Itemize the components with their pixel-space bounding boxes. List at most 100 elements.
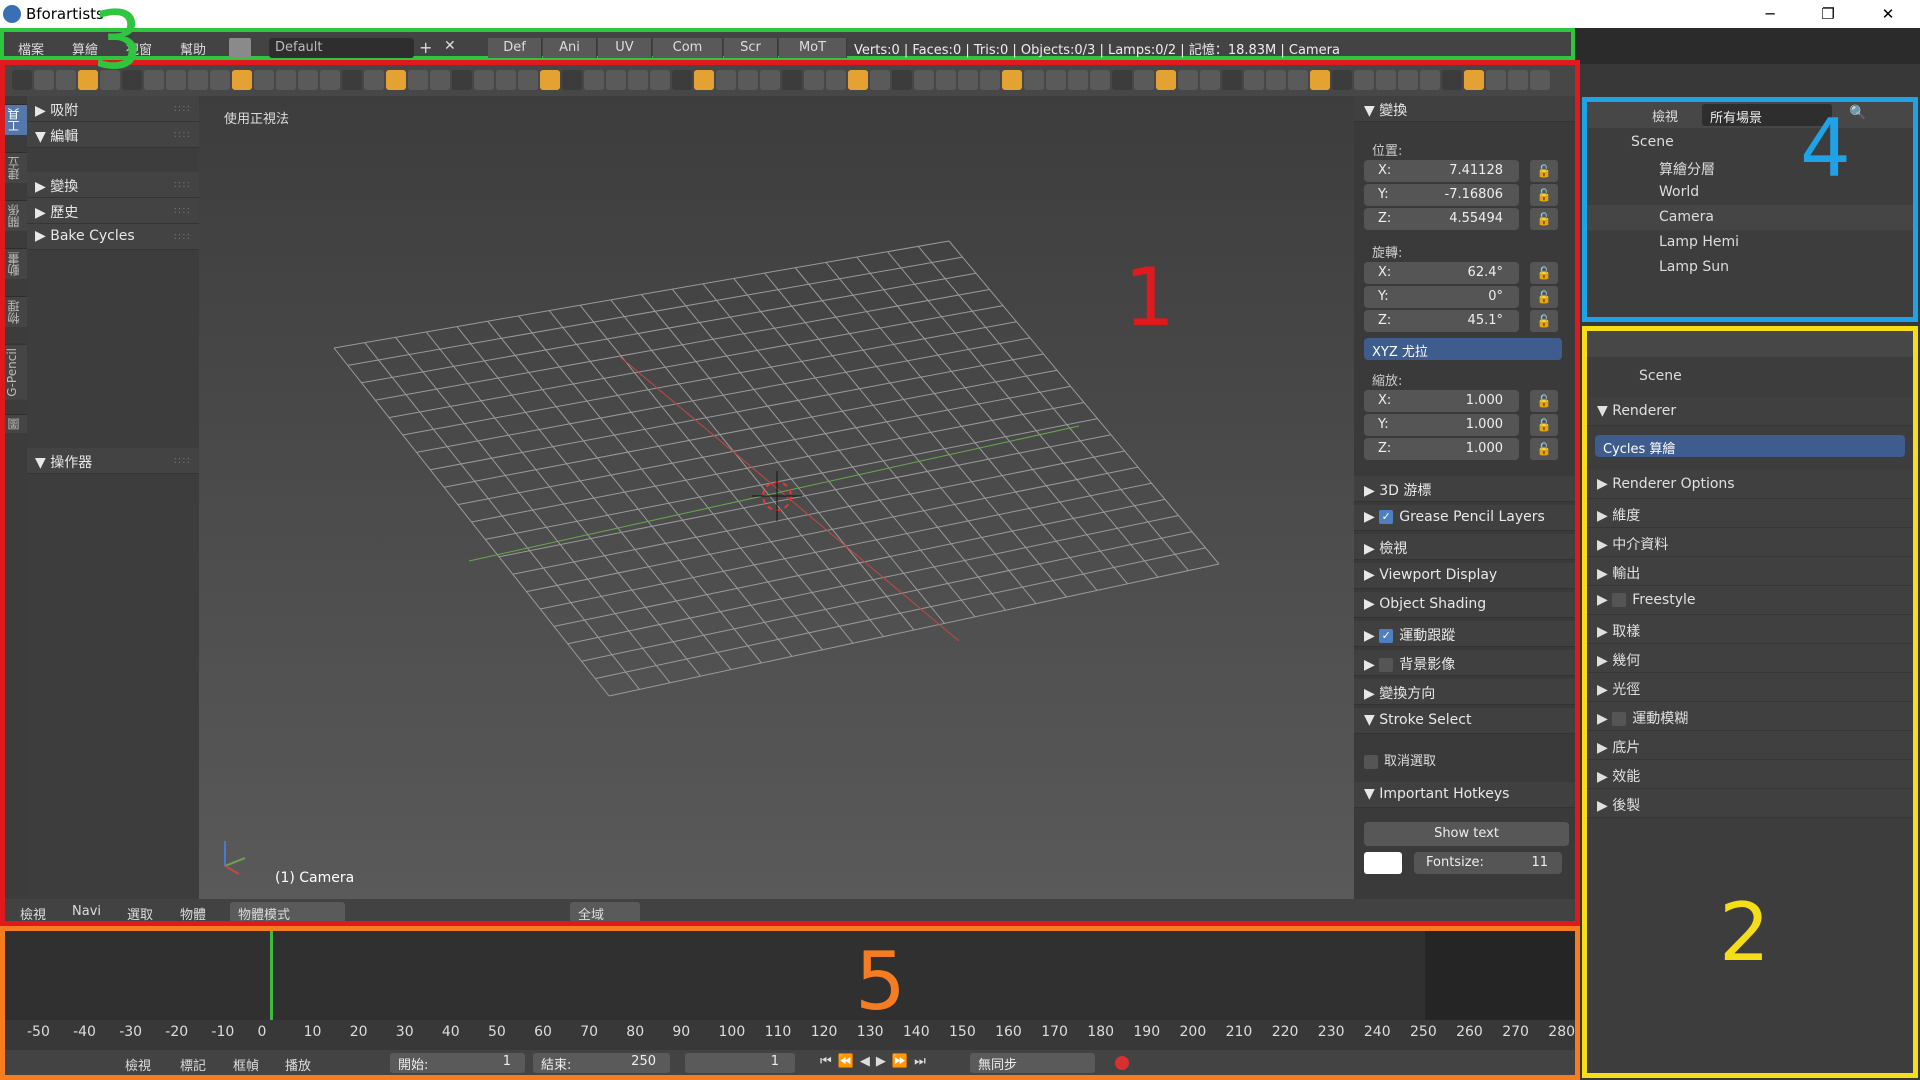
- toolbar-tool-icon[interactable]: [298, 70, 318, 90]
- tab-scr[interactable]: Scr: [724, 38, 778, 58]
- toolbar-tool-icon[interactable]: [1200, 70, 1220, 90]
- toolbar-tool-icon[interactable]: [870, 70, 890, 90]
- toolbar-tool-icon[interactable]: [34, 70, 54, 90]
- panel-background-images[interactable]: ▶ 背景影像: [1354, 650, 1575, 676]
- toolbar-tool-icon[interactable]: [1178, 70, 1198, 90]
- timeline[interactable]: 5: [5, 931, 1575, 1031]
- toolbar-tool-icon[interactable]: [738, 70, 758, 90]
- panel-viewport-display[interactable]: ▶ Viewport Display: [1354, 563, 1575, 589]
- toolbar-tool-icon[interactable]: [386, 70, 406, 90]
- props-panel-1[interactable]: ▶ 維度: [1587, 499, 1913, 528]
- outliner-row-lamp-sun[interactable]: Lamp Sun: [1587, 255, 1913, 280]
- outliner-row-scene[interactable]: Scene: [1587, 130, 1913, 155]
- tab-image[interactable]: 圖: [5, 414, 27, 433]
- toolbar-tool-icon[interactable]: [826, 70, 846, 90]
- lock-location-z-icon[interactable]: 🔓: [1530, 208, 1558, 230]
- toolbar-tool-icon[interactable]: [496, 70, 516, 90]
- location-x-field[interactable]: X: 7.41128: [1364, 160, 1519, 182]
- tab-animation[interactable]: 動畫: [5, 248, 27, 279]
- deselect-checkbox[interactable]: [1364, 754, 1378, 769]
- props-panel-checkbox[interactable]: [1612, 593, 1627, 607]
- toolbar-tool-icon[interactable]: [12, 70, 32, 90]
- toolbar-tool-icon[interactable]: [144, 70, 164, 90]
- props-panel-7[interactable]: ▶ 光徑: [1587, 673, 1913, 702]
- playback-controls[interactable]: ⏮⏪◀▶⏩⏭: [820, 1054, 932, 1069]
- toolbar-tool-icon[interactable]: [320, 70, 340, 90]
- toolbar-tool-icon[interactable]: [518, 70, 538, 90]
- toolbar-tool-icon[interactable]: [1002, 70, 1022, 90]
- toolbar-tool-icon[interactable]: [188, 70, 208, 90]
- panel-object-shading[interactable]: ▶ Object Shading: [1354, 592, 1575, 618]
- props-panel-0[interactable]: ▶ Renderer Options: [1587, 470, 1913, 499]
- menu-help[interactable]: 幫助: [180, 39, 206, 58]
- location-y-field[interactable]: Y: -7.16806: [1364, 184, 1519, 206]
- outliner-view-menu[interactable]: 檢視: [1652, 106, 1678, 125]
- toolbar-tool-icon[interactable]: [584, 70, 604, 90]
- current-frame-indicator[interactable]: [270, 931, 273, 1026]
- location-z-field[interactable]: Z: 4.55494: [1364, 208, 1519, 230]
- toolbar-tool-icon[interactable]: [606, 70, 626, 90]
- toolbar-tool-icon[interactable]: [166, 70, 186, 90]
- tab-create[interactable]: 建立: [5, 152, 27, 183]
- props-panel-9[interactable]: ▶ 底片: [1587, 731, 1913, 760]
- screen-layout-icon[interactable]: [229, 38, 251, 58]
- menu-select[interactable]: 選取: [127, 904, 153, 923]
- background-images-checkbox[interactable]: [1379, 658, 1394, 672]
- toolbar-tool-icon[interactable]: [1332, 70, 1352, 90]
- toolbar-tool-icon[interactable]: [804, 70, 824, 90]
- outliner-row-lamp-hemi[interactable]: Lamp Hemi: [1587, 230, 1913, 255]
- toolbar-tool-icon[interactable]: [716, 70, 736, 90]
- rotation-x-field[interactable]: X: 62.4°: [1364, 262, 1519, 284]
- text-color-swatch[interactable]: [1364, 852, 1402, 874]
- toolbar-tool-icon[interactable]: [1090, 70, 1110, 90]
- tab-gpencil[interactable]: G-Pencil: [5, 344, 27, 400]
- toolbar-tool-icon[interactable]: [672, 70, 692, 90]
- panel-motion-tracking[interactable]: ▶ ✓ 運動跟蹤: [1354, 621, 1575, 647]
- 3d-viewport[interactable]: 使用正視法 (1) Camera 1: [199, 96, 1354, 914]
- scope-dropdown[interactable]: 全域: [570, 902, 640, 923]
- panel-operator[interactable]: ▼ 操作器::::: [27, 448, 199, 474]
- lock-rotation-x-icon[interactable]: 🔓: [1530, 262, 1558, 284]
- toolbar-tool-icon[interactable]: [760, 70, 780, 90]
- props-panel-3[interactable]: ▶ 輸出: [1587, 557, 1913, 586]
- toolbar-tool-icon[interactable]: [452, 70, 472, 90]
- toolbar-tool-icon[interactable]: [936, 70, 956, 90]
- lock-location-x-icon[interactable]: 🔓: [1530, 160, 1558, 182]
- maximize-button[interactable]: ❐: [1806, 3, 1850, 25]
- toolbar-tool-icon[interactable]: [342, 70, 362, 90]
- toolbar-tool-icon[interactable]: [1398, 70, 1418, 90]
- toolbar-tool-icon[interactable]: [892, 70, 912, 90]
- lock-scale-x-icon[interactable]: 🔓: [1530, 390, 1558, 412]
- toolbar-tool-icon[interactable]: [694, 70, 714, 90]
- toolbar-tool-icon[interactable]: [254, 70, 274, 90]
- rotation-y-field[interactable]: Y: 0°: [1364, 286, 1519, 308]
- remove-screen-button[interactable]: ✕: [444, 38, 456, 54]
- toolbar-tool-icon[interactable]: [650, 70, 670, 90]
- toolbar-tool-icon[interactable]: [958, 70, 978, 90]
- timeline-menu-playback[interactable]: 播放: [285, 1055, 311, 1074]
- scale-x-field[interactable]: X: 1.000: [1364, 390, 1519, 412]
- outliner-row-render-layers[interactable]: 算繪分層: [1587, 155, 1913, 180]
- sync-dropdown[interactable]: 無同步: [970, 1053, 1095, 1073]
- panel-stroke-select[interactable]: ▼ Stroke Select: [1354, 708, 1575, 734]
- motion-tracking-checkbox[interactable]: ✓: [1379, 629, 1394, 643]
- toolbar-tool-icon[interactable]: [56, 70, 76, 90]
- toolbar-tool-icon[interactable]: [1376, 70, 1396, 90]
- menu-view[interactable]: 檢視: [20, 904, 46, 923]
- toolbar-tool-icon[interactable]: [1222, 70, 1242, 90]
- panel-transform[interactable]: ▶ 變換::::: [27, 172, 199, 198]
- panel-transform-orientation[interactable]: ▶ 變換方向: [1354, 679, 1575, 705]
- toolbar-tool-icon[interactable]: [914, 70, 934, 90]
- object-mode-dropdown[interactable]: 物體模式: [230, 902, 345, 923]
- toolbar-tool-icon[interactable]: [980, 70, 1000, 90]
- tab-uv[interactable]: UV: [598, 38, 652, 58]
- toolbar-tool-icon[interactable]: [1442, 70, 1462, 90]
- panel-edit[interactable]: ▼ 編輯::::: [27, 122, 199, 148]
- outliner-row-camera[interactable]: Camera: [1587, 205, 1913, 230]
- toolbar-tool-icon[interactable]: [408, 70, 428, 90]
- toolbar-tool-icon[interactable]: [848, 70, 868, 90]
- lock-scale-y-icon[interactable]: 🔓: [1530, 414, 1558, 436]
- tab-relations[interactable]: 關係: [5, 200, 27, 231]
- panel-history[interactable]: ▶ 歷史::::: [27, 198, 199, 224]
- panel-3d-cursor[interactable]: ▶ 3D 游標: [1354, 476, 1575, 502]
